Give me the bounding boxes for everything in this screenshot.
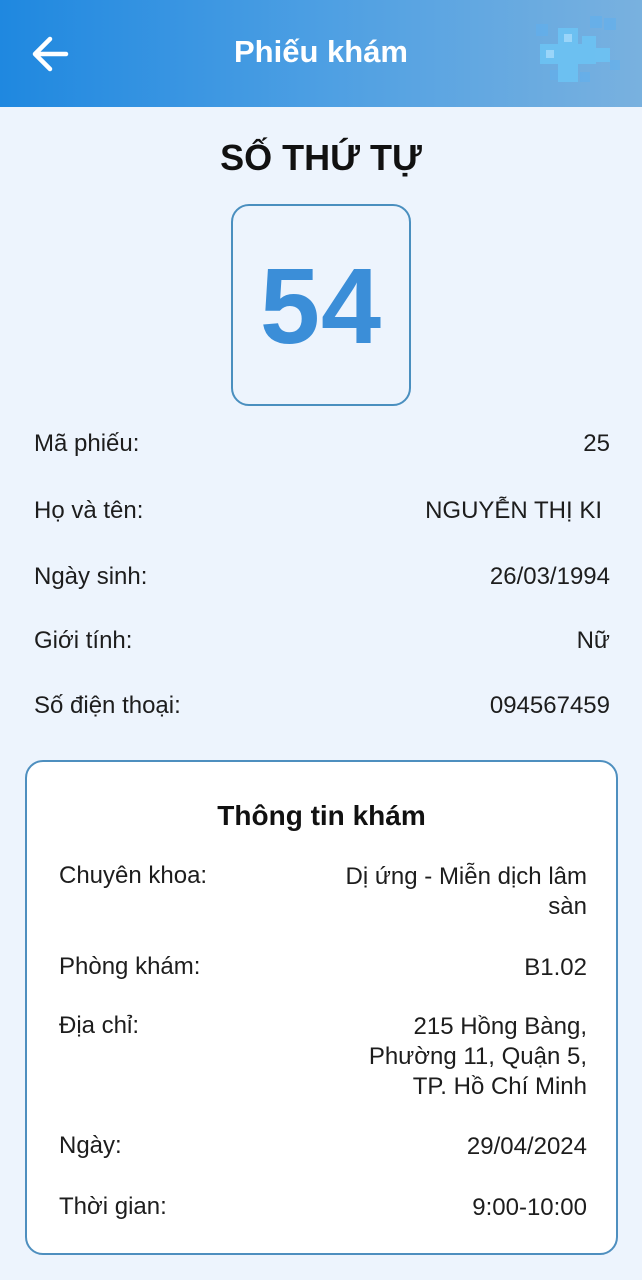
queue-number-box: 54 [231, 204, 411, 406]
date-value: 29/04/2024 [466, 1133, 587, 1160]
address-value: 215 Hồng Bàng, Phường 11, Quận 5, TP. Hồ… [369, 1012, 587, 1102]
address-line-1: 215 Hồng Bàng, [413, 1013, 587, 1040]
specialty-value: Dị ứng - Miễn dịch lâm sàn [346, 862, 587, 922]
specialty-label: Chuyên khoa: [59, 862, 208, 889]
app-header: Phiếu khám [0, 0, 642, 107]
date-label: Ngày: [59, 1132, 122, 1159]
ticket-label: Mã phiếu: [34, 430, 140, 457]
address-label: Địa chỉ: [59, 1012, 140, 1039]
medical-cross-logo [536, 16, 620, 82]
address-line-2: Phường 11, Quận 5, [368, 1043, 587, 1070]
exam-info-card: Thông tin khám Chuyên khoa: Dị ứng - Miễ… [25, 760, 618, 1255]
time-label: Thời gian: [59, 1193, 167, 1220]
specialty-line-2: sàn [548, 893, 587, 920]
address-line-3: TP. Hồ Chí Minh [412, 1073, 587, 1100]
queue-number: 54 [259, 244, 383, 366]
specialty-line-1: Dị ứng - Miễn dịch lâm [345, 863, 587, 890]
name-value: NGUYỄN THỊ KI [425, 497, 602, 524]
phone-value: 094567459 [489, 692, 610, 719]
gender-value: Nữ [576, 627, 610, 654]
time-value: 9:00-10:00 [472, 1194, 587, 1221]
dob-value: 26/03/1994 [489, 563, 610, 590]
name-label: Họ và tên: [34, 497, 144, 524]
phone-label: Số điện thoại: [34, 692, 181, 719]
exam-info-title: Thông tin khám [217, 800, 426, 831]
room-label: Phòng khám: [59, 953, 201, 980]
room-value: B1.02 [524, 954, 587, 981]
ticket-value: 25 [583, 430, 610, 457]
dob-label: Ngày sinh: [34, 563, 148, 590]
gender-label: Giới tính: [34, 627, 133, 654]
queue-title: SỐ THỨ TỰ [220, 137, 422, 178]
